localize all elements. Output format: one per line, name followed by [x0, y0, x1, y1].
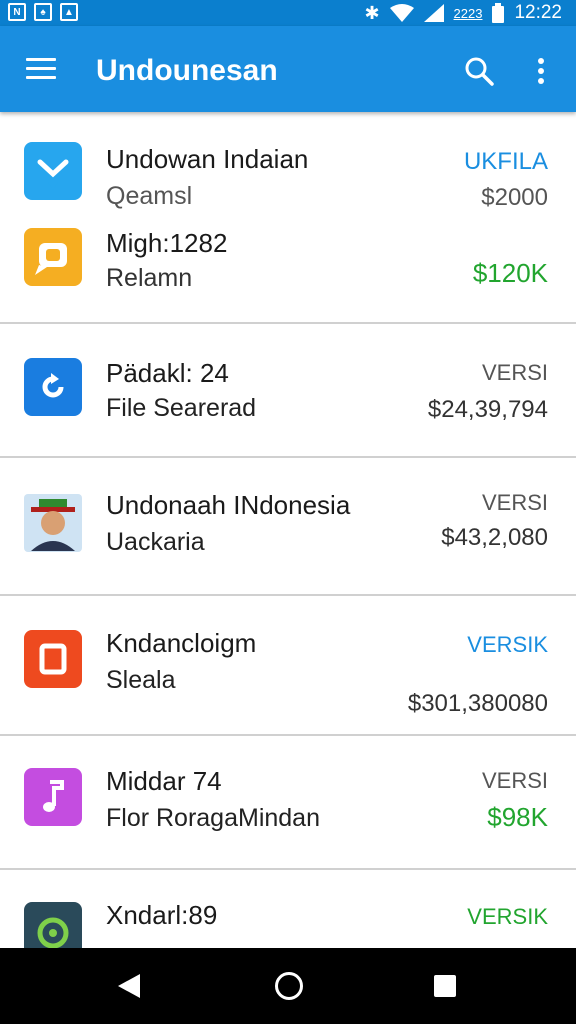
battery-icon [492, 3, 505, 23]
list-item[interactable]: Middar 74 Flor RoragaMindan VERSI $98K [0, 736, 576, 870]
document-icon [24, 630, 82, 688]
version-label: VERSIK [467, 904, 548, 929]
app-title: Undounesan [96, 54, 278, 87]
notification-icon-2: ♠ [34, 3, 52, 21]
price-label: $98K [487, 802, 548, 832]
price-label: $2000 [481, 184, 548, 211]
bluetooth-icon: ✱ [364, 2, 380, 23]
version-label: VERSI [481, 360, 548, 385]
version-label: VERSI [481, 768, 548, 793]
app-subtitle-text: Flor RoragaMindan [106, 804, 320, 832]
list-item[interactable]: Undowan Indaian Qeamsl UKFILA $2000 Migh… [0, 112, 576, 324]
app-title-text: Pädakl: 24 [106, 358, 229, 388]
price-label: $120K [472, 258, 548, 288]
chat-bubble-icon [24, 142, 82, 200]
signal-icon [423, 4, 444, 22]
notification-icon-3: ▲ [60, 3, 78, 21]
price-label: $43,2,080 [441, 524, 548, 551]
list-item[interactable]: Undonaah INdonesia Uackaria VERSI $43,2,… [0, 458, 576, 596]
clock: 12:22 [514, 2, 562, 23]
app-title-text: Xndarl:89 [106, 900, 218, 930]
app-subtitle-text: Sleala [106, 666, 176, 694]
home-icon[interactable] [275, 972, 303, 1000]
wifi-icon [389, 4, 414, 22]
list-item[interactable]: Xndarl:89 VERSIK [0, 870, 576, 948]
price-label: $301,380080 [407, 690, 548, 717]
list-item[interactable]: Pädakl: 24 File Searerad VERSI $24,39,79… [0, 324, 576, 458]
app-subtitle-text: Relamn [106, 264, 193, 292]
message-bubble-icon [24, 228, 82, 286]
app-bar: Undounesan [0, 26, 576, 112]
notification-icon-1: N [8, 3, 26, 21]
refresh-icon [24, 358, 82, 416]
app-title-text: Middar 74 [106, 766, 222, 796]
app-subtitle-text: Qeamsl [106, 182, 193, 210]
version-label: UKFILA [463, 148, 548, 175]
music-note-icon [24, 768, 82, 826]
price-label: $24,39,794 [427, 396, 548, 423]
search-icon[interactable] [464, 56, 494, 86]
navigation-bar [0, 948, 576, 1024]
more-vert-icon[interactable] [536, 56, 546, 86]
back-icon[interactable] [118, 974, 140, 998]
battery-text: 2223 [453, 5, 483, 21]
hamburger-menu-icon[interactable] [26, 58, 56, 82]
person-avatar-icon [24, 494, 82, 552]
app-title-text: Undowan Indaian [106, 144, 309, 174]
timer-icon [24, 902, 82, 948]
status-indicators: ✱ 2223 12:22 [364, 2, 562, 24]
app-title-text: Migh:1282 [106, 228, 228, 258]
app-title-text: Undonaah INdonesia [106, 490, 351, 520]
list-item[interactable]: Kndancloigm Sleala VERSIK $301,380080 [0, 596, 576, 736]
notification-icons: N ♠ ▲ [8, 3, 78, 21]
version-label: VERSIK [467, 632, 548, 657]
app-list: Undowan Indaian Qeamsl UKFILA $2000 Migh… [0, 112, 576, 948]
app-subtitle-text: File Searerad [106, 394, 257, 422]
version-label: VERSI [481, 490, 548, 515]
recent-apps-icon[interactable] [434, 975, 456, 997]
app-title-text: Kndancloigm [106, 628, 257, 658]
app-subtitle-text: Uackaria [106, 528, 205, 556]
status-bar: N ♠ ▲ ✱ 2223 12:22 [0, 0, 576, 26]
